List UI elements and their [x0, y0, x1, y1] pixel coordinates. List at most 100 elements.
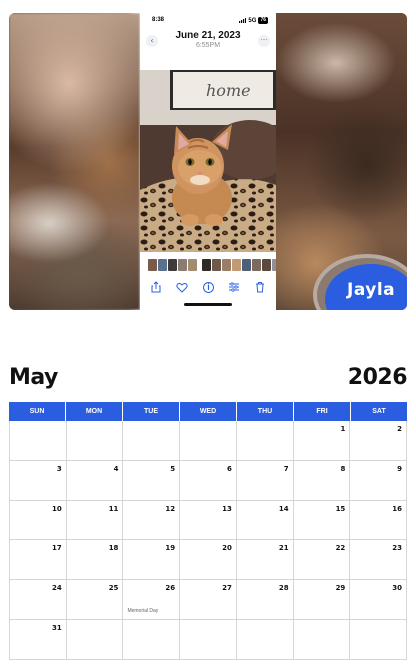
share-button[interactable]: [148, 279, 164, 295]
day-number: 20: [222, 544, 232, 553]
status-indicators: 5G 76: [239, 17, 268, 24]
photo-panel: 8:38 5G 76 ‹ June 21, 2023 6:55PM ··· ho…: [9, 13, 407, 310]
ellipsis-icon: ···: [260, 36, 268, 44]
day-number: 10: [51, 504, 62, 513]
info-icon: [202, 281, 214, 293]
day-number: 2: [397, 425, 403, 433]
day-number: 3: [56, 464, 62, 473]
weekday-sat: SAT: [351, 402, 407, 421]
calendar-week: 17 18 19 20 21 22 23: [10, 540, 408, 581]
day-cell-9: 9: [350, 460, 408, 500]
day-number: 4: [113, 464, 119, 473]
day-cell-26: 26 Memorial Day: [123, 580, 181, 619]
year-title: 2026: [347, 365, 408, 390]
calendar-week: 10 11 12 13 14 15 16: [10, 500, 408, 541]
favorite-button[interactable]: [174, 279, 190, 295]
day-cell-17: 17: [10, 540, 67, 580]
photo-thumbnail[interactable]: [212, 259, 221, 271]
cat-photo-image: home: [140, 70, 276, 252]
empty-day-cell: [10, 421, 67, 460]
empty-day-cell: [123, 619, 181, 659]
holiday-note: Memorial Day: [127, 607, 159, 614]
more-button[interactable]: ···: [258, 35, 270, 47]
calendar-week: 12: [10, 421, 408, 461]
empty-day-cell: [237, 619, 294, 659]
day-cell-18: 18: [67, 540, 124, 580]
day-number: 30: [392, 584, 403, 593]
info-button[interactable]: [200, 279, 216, 295]
day-number: 28: [278, 584, 289, 593]
empty-day-cell: [180, 619, 237, 659]
day-cell-16: 16: [350, 500, 408, 540]
day-cell-7: 7: [237, 460, 294, 500]
day-cell-8: 8: [294, 460, 351, 500]
photo-thumbnail[interactable]: [222, 259, 231, 271]
day-number: 1: [340, 425, 346, 433]
day-cell-19: 19: [123, 540, 181, 580]
calendar-week: 3 4 5 6 7 8 9: [10, 460, 408, 501]
photo-thumbnail[interactable]: [242, 259, 251, 271]
day-number: 7: [283, 464, 289, 473]
day-number: 25: [108, 584, 119, 593]
share-icon: [151, 281, 161, 293]
day-number: 23: [392, 544, 403, 553]
photo-thumbnail[interactable]: [262, 259, 271, 271]
weekday-thu: THU: [237, 402, 294, 421]
photo-thumbnail[interactable]: [272, 259, 276, 271]
day-number: 26: [165, 584, 176, 593]
photo-thumbnail[interactable]: [178, 259, 187, 271]
day-cell-10: 10: [10, 500, 67, 540]
day-number: 29: [335, 584, 346, 593]
day-cell-4: 4: [67, 460, 124, 500]
day-cell-5: 5: [123, 460, 181, 500]
photo-thumbnail[interactable]: [158, 259, 167, 271]
photo-thumbnail[interactable]: [188, 259, 197, 271]
calendar-week: 24 25 26 Memorial Day 27 28 29 30: [10, 580, 408, 620]
day-cell-23: 23: [350, 540, 408, 580]
day-cell-22: 22: [294, 540, 351, 580]
signal-icon: [239, 18, 247, 23]
weekday-header: SUN MON TUE WED THU FRI SAT: [9, 402, 407, 421]
weekday-wed: WED: [180, 402, 237, 421]
photo-thumbnail[interactable]: [202, 259, 211, 271]
trash-icon: [256, 282, 264, 293]
blurred-background-left: [9, 13, 140, 310]
photo-thumbnail[interactable]: [232, 259, 241, 271]
day-number: 24: [51, 584, 62, 593]
weekday-fri: FRI: [294, 402, 351, 421]
day-number: 14: [278, 504, 289, 513]
day-number: 16: [392, 504, 403, 513]
day-number: 19: [165, 544, 176, 553]
name-label: Jayla: [347, 280, 396, 300]
adjust-icon: [229, 282, 239, 292]
photo-thumbnail[interactable]: [168, 259, 177, 271]
network-label: 5G: [248, 17, 257, 24]
edit-button[interactable]: [226, 279, 242, 295]
day-number: 17: [51, 544, 62, 553]
thumbnail-strip[interactable]: [148, 259, 276, 271]
calendar-weeks: 1 2 3 4 5 6 7 8 9 10 11 12 13 14 15 16 17 18 19 20 21 22 23 24 2…: [9, 421, 408, 660]
heart-icon: [176, 282, 188, 293]
day-number: 13: [222, 504, 232, 513]
empty-day-cell: [180, 421, 237, 460]
day-cell-20: 20: [180, 540, 237, 580]
day-cell-14: 14: [237, 500, 294, 540]
day-number: 11: [108, 504, 119, 513]
day-number: 21: [278, 544, 289, 553]
phone-screenshot: 8:38 5G 76 ‹ June 21, 2023 6:55PM ··· ho…: [140, 13, 276, 310]
photo-thumbnail[interactable]: [148, 259, 157, 271]
photo-thumbnail[interactable]: [252, 259, 261, 271]
photo-toolbar: [148, 279, 268, 295]
day-number: 12: [165, 504, 176, 513]
battery-icon: 76: [258, 17, 268, 24]
day-cell-31: 31: [10, 619, 67, 659]
weekday-tue: TUE: [123, 402, 180, 421]
cat-photo[interactable]: home: [140, 70, 276, 252]
empty-day-cell: [237, 421, 294, 460]
empty-day-cell: [123, 421, 181, 460]
delete-button[interactable]: [252, 279, 268, 295]
day-number: 5: [170, 464, 176, 473]
weekday-mon: MON: [66, 402, 123, 421]
calendar-week: 31: [10, 619, 408, 660]
day-cell-3: 3: [10, 460, 67, 500]
